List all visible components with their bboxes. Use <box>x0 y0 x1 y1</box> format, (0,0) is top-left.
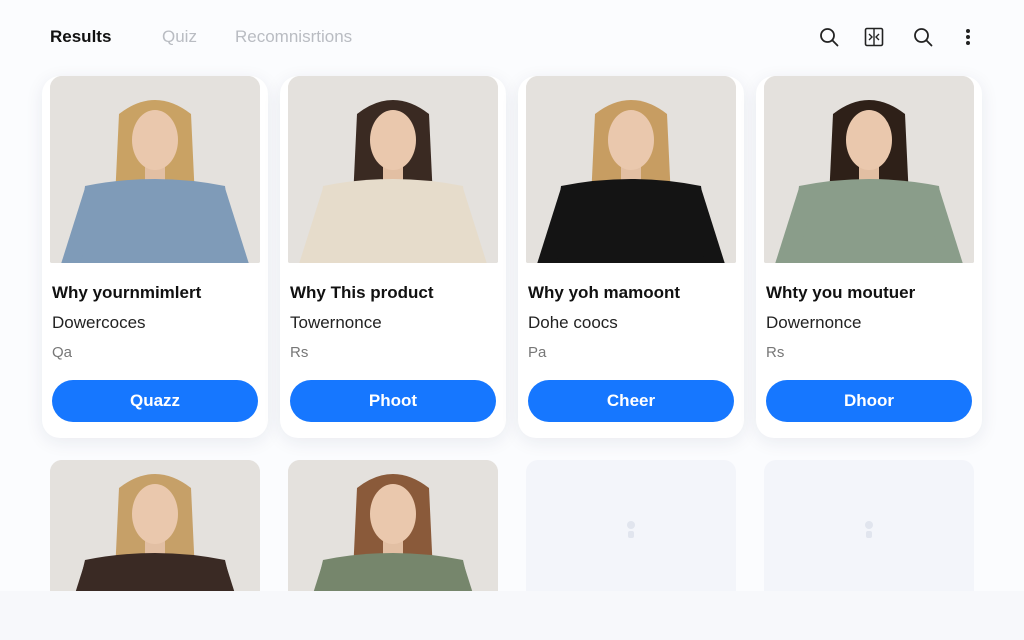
product-photo <box>288 76 498 263</box>
product-model-image <box>526 76 736 263</box>
product-action-button[interactable]: Dhoor <box>766 380 972 422</box>
loading-placeholder <box>764 460 974 591</box>
product-price: Qa <box>52 344 73 361</box>
product-price: Pa <box>528 344 547 361</box>
product-title: Why yournmimlert <box>52 283 202 302</box>
bottom-fade <box>0 591 1024 640</box>
product-model-image <box>288 460 498 591</box>
product-action-button[interactable]: Phoot <box>290 380 496 422</box>
product-title: Whty you moutuer <box>766 283 916 302</box>
tab-quiz[interactable]: Quiz <box>162 27 197 47</box>
product-model-image <box>50 76 260 263</box>
product-price: Rs <box>290 344 309 361</box>
product-card[interactable]: Why yoh mamoont Dohe coocs Pa Cheer <box>518 76 744 438</box>
product-card[interactable]: Why This product Towernonce Rs Phoot <box>280 76 506 438</box>
product-card[interactable]: Whty you moutuer Dowernonce Rs Dhoor <box>756 76 982 438</box>
top-bar: Results Quiz Recomnisrtions <box>0 0 1024 70</box>
product-photo-tile[interactable] <box>50 460 260 591</box>
product-photo <box>50 76 260 263</box>
tab-results[interactable]: Results <box>50 27 111 47</box>
product-model-image <box>50 460 260 591</box>
search-icon[interactable] <box>818 26 840 48</box>
product-subtitle: Towernonce <box>290 313 382 332</box>
tab-recommendations[interactable]: Recomnisrtions <box>235 27 352 47</box>
product-subtitle: Dowernonce <box>766 313 862 332</box>
product-model-image <box>764 76 974 263</box>
product-photo <box>764 76 974 263</box>
compare-icon[interactable] <box>863 26 885 48</box>
product-price: Rs <box>766 344 785 361</box>
product-model-image <box>288 76 498 263</box>
product-title: Why yoh mamoont <box>528 283 681 302</box>
search-icon[interactable] <box>912 26 934 48</box>
product-photo <box>526 76 736 263</box>
more-icon[interactable] <box>957 26 979 48</box>
product-subtitle: Dohe coocs <box>528 313 618 332</box>
loading-placeholder <box>526 460 736 591</box>
product-action-button[interactable]: Quazz <box>52 380 258 422</box>
product-action-button[interactable]: Cheer <box>528 380 734 422</box>
product-photo-tile[interactable] <box>288 460 498 591</box>
product-card[interactable]: Why yournmimlert Dowercoces Qa Quazz <box>42 76 268 438</box>
product-title: Why This product <box>290 283 434 302</box>
product-subtitle: Dowercoces <box>52 313 146 332</box>
